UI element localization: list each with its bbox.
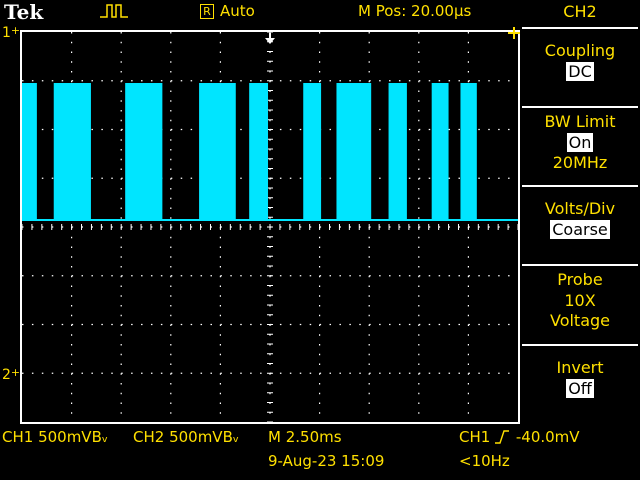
bw-limit-extra: 20MHz (552, 153, 608, 172)
down-arrow-marker-icon (263, 30, 277, 49)
probe-label: Probe (557, 270, 603, 289)
waveform-plot (22, 32, 518, 422)
coupling-value: DC (566, 62, 594, 81)
trigger-readout: CH1 -40.0mV (459, 428, 580, 446)
date-time: 9-Aug-23 15:09 (268, 452, 385, 470)
probe-menu-item[interactable]: Probe 10X Voltage (522, 264, 638, 344)
volts-div-label: Volts/Div (544, 199, 616, 218)
trigger-source: CH1 (459, 428, 491, 446)
ch1-ground-marker: 1+ (2, 24, 21, 41)
waveform-pulse (460, 83, 477, 221)
coupling-menu-item[interactable]: Coupling DC (522, 27, 638, 106)
invert-label: Invert (556, 358, 604, 377)
invert-value: Off (566, 379, 594, 398)
brand-logo: Tek (4, 0, 44, 24)
timebase: M 2.50ms (268, 428, 342, 446)
invert-menu-item[interactable]: Invert Off (522, 344, 638, 424)
waveform-pulse (388, 83, 407, 221)
waveform-pulse (53, 83, 91, 221)
ch2-scale: CH2 500mVBᵥ (133, 428, 240, 446)
pulse-icon (100, 2, 128, 24)
waveform-pulse (336, 83, 372, 221)
trigger-frequency: <10Hz (459, 452, 510, 470)
probe-value: 10X (564, 291, 596, 310)
waveform-pulse (431, 83, 449, 221)
volts-div-menu-item[interactable]: Volts/Div Coarse (522, 185, 638, 264)
waveform-display (20, 30, 520, 424)
menu-title: CH2 (563, 2, 597, 21)
bw-limit-value: On (566, 133, 594, 152)
waveform-pulse (125, 83, 163, 221)
channel-menu: CH2 Coupling DC BW Limit On 20MHz Volts/… (520, 0, 640, 424)
bw-limit-label: BW Limit (544, 112, 616, 131)
trigger-state-badge: R (200, 4, 214, 19)
volts-div-value: Coarse (550, 220, 610, 239)
trigger-level: -40.0mV (515, 428, 580, 446)
waveform-pulse (22, 83, 37, 221)
waveform-pulse (303, 83, 322, 221)
acquire-mode: Auto (220, 2, 255, 20)
rising-edge-icon (495, 428, 511, 446)
probe-extra: Voltage (549, 311, 610, 330)
trigger-status: R Auto (200, 2, 255, 20)
horizontal-position: M Pos: 20.00µs (358, 2, 472, 20)
ch2-ground-marker: 2+ (2, 366, 21, 383)
ch1-scale: CH1 500mVBᵥ (2, 428, 109, 446)
waveform-pulse (249, 83, 269, 221)
bw-limit-menu-item[interactable]: BW Limit On 20MHz (522, 106, 638, 185)
cross-marker-icon (508, 24, 520, 43)
coupling-label: Coupling (544, 41, 616, 60)
waveform-pulse (199, 83, 236, 221)
